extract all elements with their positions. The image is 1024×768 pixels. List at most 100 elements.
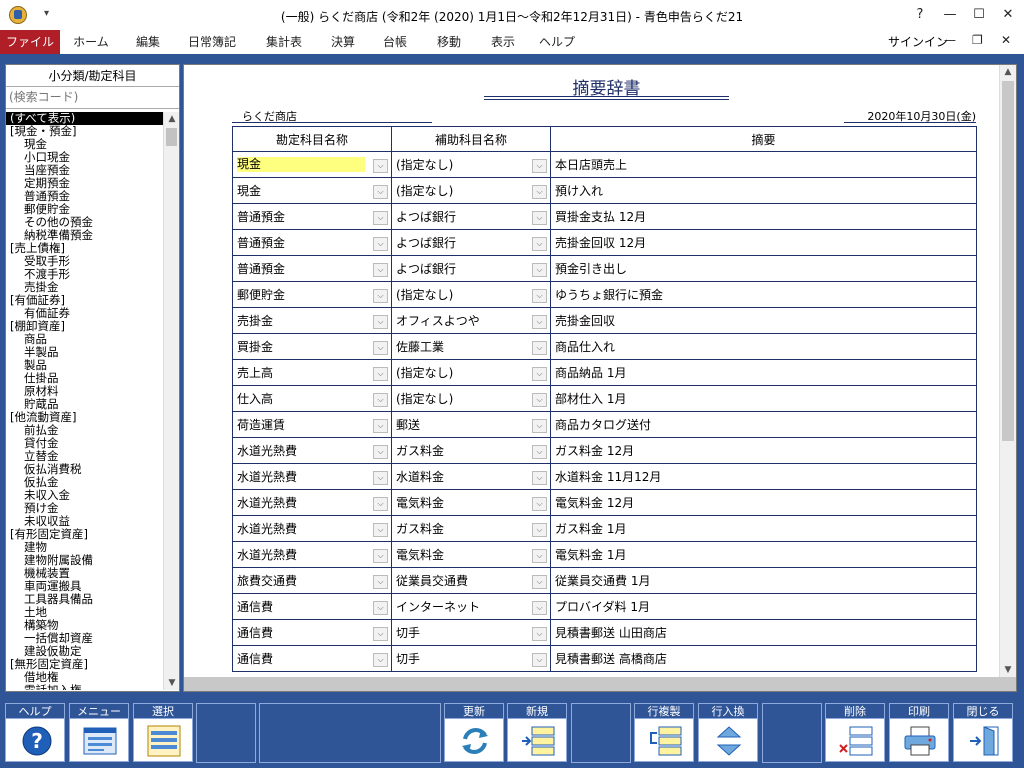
summary-cell[interactable]: ガス料金 12月 <box>550 437 977 464</box>
dropdown-chevron-icon[interactable]: ⌵ <box>532 289 547 303</box>
summary-cell[interactable]: 商品仕入れ <box>550 333 977 360</box>
summary-cell[interactable]: 買掛金支払 12月 <box>550 203 977 230</box>
account-cell[interactable]: 仕入高 ⌵ <box>232 385 392 412</box>
dropdown-chevron-icon[interactable]: ⌵ <box>532 237 547 251</box>
account-cell[interactable]: 売掛金 ⌵ <box>232 307 392 334</box>
dropdown-chevron-icon[interactable]: ⌵ <box>532 367 547 381</box>
dropdown-chevron-icon[interactable]: ⌵ <box>373 315 388 329</box>
help-icon[interactable]: ? <box>905 4 935 26</box>
dropdown-chevron-icon[interactable]: ⌵ <box>373 159 388 173</box>
subaccount-cell[interactable]: ガス料金 ⌵ <box>391 437 551 464</box>
dropdown-chevron-icon[interactable]: ⌵ <box>373 393 388 407</box>
table-row[interactable]: 買掛金 ⌵ 佐藤工業 ⌵ 商品仕入れ <box>232 333 977 360</box>
account-cell[interactable]: 売上高 ⌵ <box>232 359 392 386</box>
dropdown-chevron-icon[interactable]: ⌵ <box>373 523 388 537</box>
subaccount-cell[interactable]: (指定なし) ⌵ <box>391 281 551 308</box>
account-cell[interactable]: 水道光熱費 ⌵ <box>232 489 392 516</box>
dropdown-chevron-icon[interactable]: ⌵ <box>373 575 388 589</box>
dropdown-chevron-icon[interactable]: ⌵ <box>532 575 547 589</box>
dropdown-chevron-icon[interactable]: ⌵ <box>373 419 388 433</box>
copy-row-button[interactable]: 行複製 <box>634 703 694 763</box>
dropdown-chevron-icon[interactable]: ⌵ <box>373 445 388 459</box>
account-cell[interactable]: 荷造運賃 ⌵ <box>232 411 392 438</box>
summary-cell[interactable]: 見積書郵送 高橋商店 <box>550 645 977 672</box>
table-row[interactable]: 水道光熱費 ⌵ 電気料金 ⌵ 電気料金 12月 <box>232 489 977 516</box>
table-row[interactable]: 売掛金 ⌵ オフィスよつや ⌵ 売掛金回収 <box>232 307 977 334</box>
table-row[interactable]: 普通預金 ⌵ よつば銀行 ⌵ 預金引き出し <box>232 255 977 282</box>
dropdown-chevron-icon[interactable]: ⌵ <box>373 497 388 511</box>
dropdown-chevron-icon[interactable]: ⌵ <box>532 471 547 485</box>
subaccount-cell[interactable]: よつば銀行 ⌵ <box>391 255 551 282</box>
summary-cell[interactable]: プロバイダ料 1月 <box>550 593 977 620</box>
dropdown-chevron-icon[interactable]: ⌵ <box>532 601 547 615</box>
dropdown-chevron-icon[interactable]: ⌵ <box>532 341 547 355</box>
delete-button[interactable]: 削除 <box>825 703 885 763</box>
summary-cell[interactable]: 預け入れ <box>550 177 977 204</box>
scroll-down-icon[interactable]: ▼ <box>164 676 180 690</box>
summary-cell[interactable]: ガス料金 1月 <box>550 515 977 542</box>
menu-move[interactable]: 移動 <box>424 30 474 54</box>
subaccount-cell[interactable]: (指定なし) ⌵ <box>391 385 551 412</box>
refresh-button[interactable]: 更新 <box>444 703 504 763</box>
subaccount-cell[interactable]: 郵送 ⌵ <box>391 411 551 438</box>
menu-file[interactable]: ファイル <box>0 30 60 54</box>
dropdown-chevron-icon[interactable]: ⌵ <box>373 237 388 251</box>
account-cell[interactable]: 現金 ⌵ <box>232 177 392 204</box>
summary-cell[interactable]: 商品カタログ送付 <box>550 411 977 438</box>
close-dialog-button[interactable]: 閉じる <box>953 703 1013 763</box>
subaccount-cell[interactable]: よつば銀行 ⌵ <box>391 203 551 230</box>
dropdown-chevron-icon[interactable]: ⌵ <box>532 263 547 277</box>
menu-button[interactable]: メニュー <box>69 703 129 763</box>
summary-cell[interactable]: 売掛金回収 <box>550 307 977 334</box>
main-scroll-thumb[interactable] <box>1002 81 1014 441</box>
summary-cell[interactable]: 本日店頭売上 <box>550 151 977 178</box>
table-row[interactable]: 現金 ⌵ (指定なし) ⌵ 預け入れ <box>232 177 977 204</box>
subaccount-cell[interactable]: ガス料金 ⌵ <box>391 515 551 542</box>
summary-cell[interactable]: 電気料金 1月 <box>550 541 977 568</box>
subaccount-cell[interactable]: (指定なし) ⌵ <box>391 359 551 386</box>
main-scrollbar[interactable]: ▲ ▼ <box>999 65 1016 677</box>
account-cell[interactable]: 水道光熱費 ⌵ <box>232 515 392 542</box>
subaccount-cell[interactable]: インターネット ⌵ <box>391 593 551 620</box>
subaccount-cell[interactable]: 従業員交通費 ⌵ <box>391 567 551 594</box>
table-row[interactable]: 旅費交通費 ⌵ 従業員交通費 ⌵ 従業員交通費 1月 <box>232 567 977 594</box>
subaccount-cell[interactable]: オフィスよつや ⌵ <box>391 307 551 334</box>
summary-cell[interactable]: 売掛金回収 12月 <box>550 229 977 256</box>
menu-home[interactable]: ホーム <box>66 30 116 54</box>
table-row[interactable]: 水道光熱費 ⌵ ガス料金 ⌵ ガス料金 12月 <box>232 437 977 464</box>
dropdown-chevron-icon[interactable]: ⌵ <box>532 627 547 641</box>
swap-row-button[interactable]: 行入換 <box>698 703 758 763</box>
account-cell[interactable]: 水道光熱費 ⌵ <box>232 437 392 464</box>
subaccount-cell[interactable]: (指定なし) ⌵ <box>391 151 551 178</box>
table-row[interactable]: 仕入高 ⌵ (指定なし) ⌵ 部材仕入 1月 <box>232 385 977 412</box>
dropdown-chevron-icon[interactable]: ⌵ <box>532 549 547 563</box>
search-input[interactable]: (検索コード) <box>6 87 179 109</box>
subaccount-cell[interactable]: 切手 ⌵ <box>391 619 551 646</box>
menu-help[interactable]: ヘルプ <box>532 30 582 54</box>
dropdown-chevron-icon[interactable]: ⌵ <box>532 159 547 173</box>
account-cell[interactable]: 普通預金 ⌵ <box>232 229 392 256</box>
account-cell[interactable]: 郵便貯金 ⌵ <box>232 281 392 308</box>
table-row[interactable]: 売上高 ⌵ (指定なし) ⌵ 商品納品 1月 <box>232 359 977 386</box>
account-cell[interactable]: 買掛金 ⌵ <box>232 333 392 360</box>
summary-cell[interactable]: 水道料金 11月12月 <box>550 463 977 490</box>
table-row[interactable]: 荷造運賃 ⌵ 郵送 ⌵ 商品カタログ送付 <box>232 411 977 438</box>
account-cell[interactable]: 普通預金 ⌵ <box>232 255 392 282</box>
account-cell[interactable]: 通信費 ⌵ <box>232 593 392 620</box>
signin-link[interactable]: サインイン <box>888 33 948 50</box>
dropdown-chevron-icon[interactable]: ⌵ <box>532 653 547 667</box>
summary-cell[interactable]: 預金引き出し <box>550 255 977 282</box>
summary-cell[interactable]: 従業員交通費 1月 <box>550 567 977 594</box>
menu-ledger[interactable]: 台帳 <box>372 30 418 54</box>
dropdown-chevron-icon[interactable]: ⌵ <box>532 185 547 199</box>
dropdown-chevron-icon[interactable]: ⌵ <box>373 211 388 225</box>
scroll-up-icon[interactable]: ▲ <box>1000 65 1016 79</box>
horizontal-scrollbar[interactable] <box>184 677 1016 691</box>
sidebar-scroll-thumb[interactable] <box>166 128 177 146</box>
print-button[interactable]: 印刷 <box>889 703 949 763</box>
dropdown-chevron-icon[interactable]: ⌵ <box>373 653 388 667</box>
dropdown-chevron-icon[interactable]: ⌵ <box>373 601 388 615</box>
dropdown-chevron-icon[interactable]: ⌵ <box>532 497 547 511</box>
table-row[interactable]: 水道光熱費 ⌵ ガス料金 ⌵ ガス料金 1月 <box>232 515 977 542</box>
select-button[interactable]: 選択 <box>133 703 193 763</box>
